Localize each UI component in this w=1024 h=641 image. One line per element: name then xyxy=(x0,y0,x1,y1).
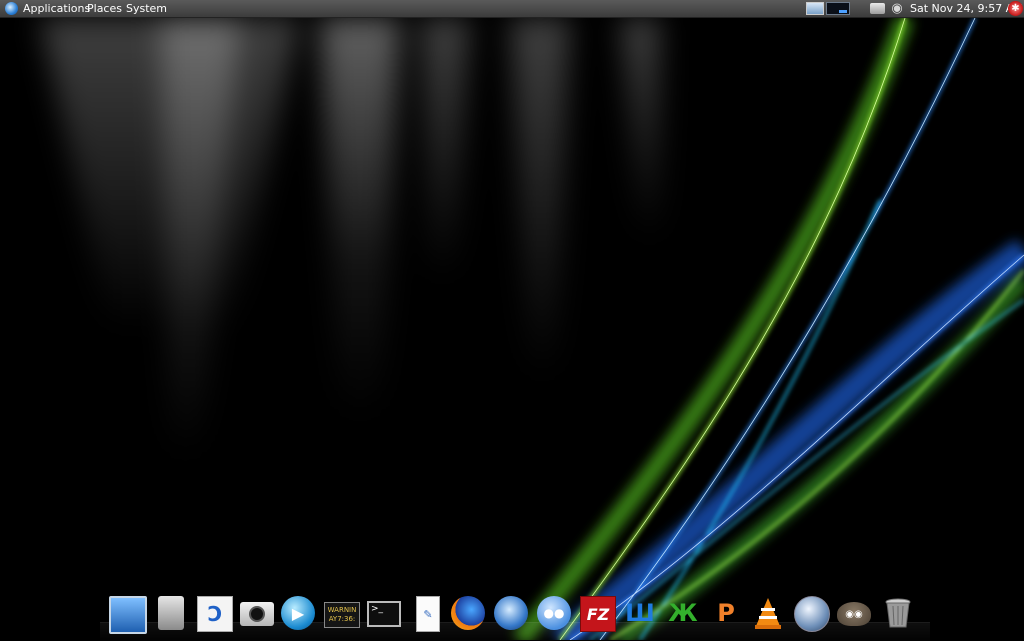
menu-applications[interactable]: Applications xyxy=(23,0,90,17)
desktop-icon[interactable] xyxy=(109,596,147,634)
monitor-icon[interactable] xyxy=(826,2,850,15)
text-editor-icon[interactable]: ✎ xyxy=(410,596,444,632)
writer-icon[interactable]: Ш xyxy=(623,596,657,630)
top-panel: Applications Places System ◉ Sat Nov 24,… xyxy=(0,0,1024,18)
trash-can-graphic xyxy=(885,598,911,628)
log-text-line-1: WARNIN xyxy=(327,606,357,614)
dock: Ɔ ▶ WARNIN AY7:36: >_ ✎ ●● FZ Ш Ж P ◉◉ xyxy=(0,588,1024,641)
calc-icon[interactable]: Ж xyxy=(666,596,700,630)
filezilla-icon[interactable]: FZ xyxy=(580,596,616,632)
hard-drive-icon[interactable] xyxy=(154,596,188,630)
system-log-icon[interactable]: WARNIN AY7:36: xyxy=(324,596,360,630)
media-player-icon[interactable]: ▶ xyxy=(281,596,315,630)
menu-places[interactable]: Places xyxy=(87,0,122,17)
impress-icon[interactable]: P xyxy=(709,596,743,630)
chat-icon[interactable]: ●● xyxy=(537,596,571,630)
network-manager-icon[interactable] xyxy=(794,596,830,632)
vlc-icon[interactable] xyxy=(751,596,785,630)
wallpaper-graphic xyxy=(0,18,1024,640)
menu-system[interactable]: System xyxy=(126,0,167,17)
gimp-icon[interactable]: ◉◉ xyxy=(837,596,871,630)
camera-icon[interactable] xyxy=(240,596,274,630)
image-viewer-icon[interactable] xyxy=(806,2,824,15)
desktop-wallpaper[interactable] xyxy=(0,18,1024,640)
scribus-icon[interactable]: Ɔ xyxy=(197,596,233,632)
vlc-cone-graphic xyxy=(755,598,781,629)
shutdown-icon[interactable]: ✱ xyxy=(1008,1,1023,16)
distro-logo-icon[interactable] xyxy=(5,2,18,15)
firefox-icon[interactable] xyxy=(451,596,485,630)
printer-icon[interactable] xyxy=(870,3,885,14)
trash-icon[interactable] xyxy=(881,596,915,630)
thunderbird-icon[interactable] xyxy=(494,596,528,630)
filezilla-label: FZ xyxy=(580,596,616,632)
terminal-icon[interactable]: >_ xyxy=(367,596,401,630)
log-text-line-2: AY7:36: xyxy=(328,615,356,623)
network-icon[interactable]: ◉ xyxy=(889,1,905,16)
clock[interactable]: Sat Nov 24, 9:57 AM xyxy=(910,0,1023,17)
